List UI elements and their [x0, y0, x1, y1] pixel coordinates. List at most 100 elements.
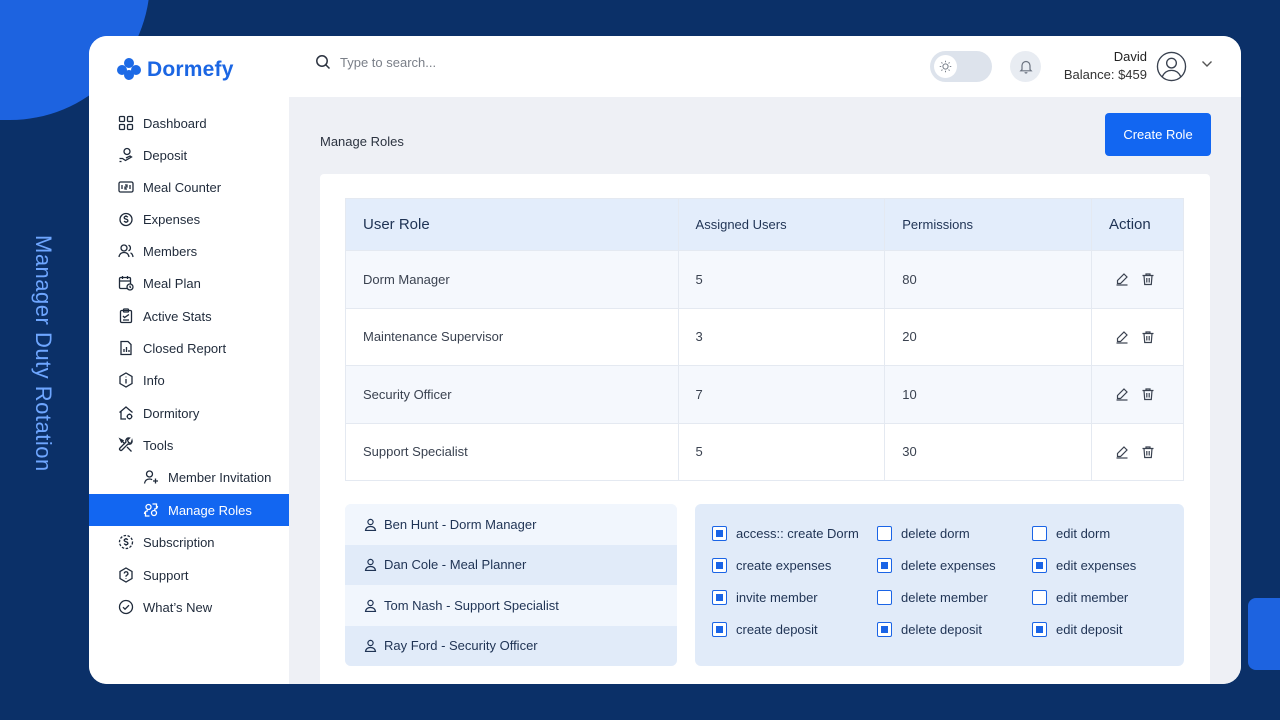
table-row[interactable]: Dorm Manager 5 80 [345, 250, 1184, 309]
column-header: Action [1091, 198, 1184, 251]
table-row[interactable]: Security Officer 7 10 [345, 365, 1184, 424]
role-name-cell: Dorm Manager [345, 250, 679, 309]
permission-checkbox[interactable]: delete deposit [877, 622, 982, 637]
permissions-cell: 10 [884, 365, 1093, 424]
permission-checkbox[interactable]: create expenses [712, 558, 831, 573]
home-icon [119, 406, 133, 420]
permission-checkbox[interactable]: edit expenses [1032, 558, 1136, 573]
sidebar-item-members[interactable]: Members [89, 235, 289, 267]
sidebar-item-dormitory[interactable]: Dormitory [89, 397, 289, 429]
list-item[interactable]: Dan Cole - Meal Planner [345, 544, 677, 585]
permissions-panel: access:: create Dorm delete dorm edit do… [695, 504, 1184, 666]
sidebar-item-label: Info [143, 372, 165, 388]
main-content: Manage Roles Create Role User Role Assig… [289, 97, 1241, 684]
sidebar-item-tools[interactable]: Tools [89, 429, 289, 461]
chevron-down-icon[interactable] [1201, 60, 1213, 68]
trash-icon[interactable] [1139, 443, 1157, 461]
sidebar-item-label: Expenses [143, 211, 201, 227]
permission-label: edit member [1056, 590, 1129, 605]
permission-label: edit deposit [1056, 622, 1123, 637]
sidebar-item-manage-roles[interactable]: Manage Roles [89, 494, 289, 526]
permission-label: access:: create Dorm [736, 526, 859, 541]
table-header-row: User Role Assigned Users Permissions Act… [345, 198, 1184, 251]
app-logo[interactable]: Dormefy [117, 58, 234, 82]
checkbox[interactable] [1032, 590, 1047, 605]
user-info[interactable]: David Balance: $459 [1064, 49, 1147, 82]
sidebar-item-active-stats[interactable]: Active Stats [89, 300, 289, 332]
action-cell [1091, 307, 1184, 366]
permission-checkbox[interactable]: delete expenses [877, 558, 996, 573]
permission-checkbox[interactable]: edit dorm [1032, 526, 1110, 541]
permission-checkbox[interactable]: edit member [1032, 590, 1128, 605]
grid-icon [118, 115, 134, 131]
top-header: Dormefy David Balance: $459 [89, 36, 1241, 97]
info-icon [119, 372, 133, 388]
sidebar-item-support[interactable]: Support [89, 559, 289, 591]
column-header: Permissions [884, 198, 1093, 251]
checkbox[interactable] [712, 558, 727, 573]
permission-checkbox[interactable]: invite member [712, 590, 818, 605]
permission-checkbox[interactable]: create deposit [712, 622, 818, 637]
sidebar-item-whats-new[interactable]: What’s New [89, 591, 289, 623]
column-header: User Role [345, 198, 679, 251]
permissions-cell: 20 [884, 307, 1093, 366]
list-item[interactable]: Ben Hunt - Dorm Manager [345, 504, 677, 545]
list-item[interactable]: Tom Nash - Support Specialist [345, 585, 677, 626]
sidebar-item-label: Subscription [143, 534, 215, 550]
checkbox[interactable] [712, 622, 727, 637]
sidebar-item-deposit[interactable]: Deposit [89, 139, 289, 171]
user-plus-icon [143, 470, 158, 484]
list-item-label: Ray Ford - Security Officer [384, 638, 538, 654]
checkbox[interactable] [1032, 558, 1047, 573]
user-icon [364, 518, 377, 531]
sidebar-item-member-invitation[interactable]: Member Invitation [89, 461, 289, 493]
edit-icon[interactable] [1113, 443, 1131, 461]
sidebar-item-info[interactable]: Info [89, 364, 289, 396]
app-name: Dormefy [147, 58, 234, 81]
checkbox[interactable] [1032, 622, 1047, 637]
checkbox[interactable] [877, 622, 892, 637]
sidebar-item-meal-plan[interactable]: Meal Plan [89, 267, 289, 299]
help-icon [119, 567, 133, 583]
trash-icon[interactable] [1139, 328, 1157, 346]
sidebar-item-closed-report[interactable]: Closed Report [89, 332, 289, 364]
trash-icon[interactable] [1139, 385, 1157, 403]
assigned-users-cell: 5 [677, 250, 886, 309]
permission-checkbox[interactable]: access:: create Dorm [712, 526, 859, 541]
sidebar-item-dashboard[interactable]: Dashboard [89, 107, 289, 139]
assigned-users-cell: 3 [677, 307, 886, 366]
members-icon [118, 244, 134, 258]
permission-label: create expenses [736, 558, 832, 573]
sidebar-item-label: Meal Counter [143, 179, 222, 195]
permission-label: edit expenses [1056, 558, 1137, 573]
assigned-users-cell: 5 [677, 422, 886, 481]
search-bar[interactable] [315, 54, 580, 70]
edit-icon[interactable] [1113, 385, 1131, 403]
checkbox[interactable] [877, 558, 892, 573]
permission-checkbox[interactable]: delete dorm [877, 526, 970, 541]
list-item[interactable]: Ray Ford - Security Officer [345, 625, 677, 666]
avatar-icon[interactable] [1156, 51, 1187, 82]
table-row[interactable]: Maintenance Supervisor 3 20 [345, 307, 1184, 366]
checkbox[interactable] [712, 526, 727, 541]
create-role-button[interactable]: Create Role [1105, 113, 1211, 156]
roles-icon [143, 503, 159, 517]
sidebar-item-subscription[interactable]: Subscription [89, 526, 289, 558]
checkbox[interactable] [877, 590, 892, 605]
sidebar-item-meal-counter[interactable]: Meal Counter [89, 171, 289, 203]
checkbox[interactable] [712, 590, 727, 605]
search-input[interactable] [340, 54, 580, 70]
checkbox[interactable] [1032, 526, 1047, 541]
permission-checkbox[interactable]: delete member [877, 590, 988, 605]
edit-icon[interactable] [1113, 328, 1131, 346]
sidebar-item-expenses[interactable]: Expenses [89, 203, 289, 235]
table-row[interactable]: Support Specialist 5 30 [345, 422, 1184, 481]
edit-icon[interactable] [1113, 270, 1131, 288]
role-name-cell: Maintenance Supervisor [345, 307, 679, 366]
checkbox[interactable] [877, 526, 892, 541]
permission-checkbox[interactable]: edit deposit [1032, 622, 1123, 637]
permission-label: delete deposit [901, 622, 982, 637]
notification-button[interactable] [1010, 51, 1041, 82]
trash-icon[interactable] [1139, 270, 1157, 288]
theme-toggle[interactable] [930, 51, 992, 82]
